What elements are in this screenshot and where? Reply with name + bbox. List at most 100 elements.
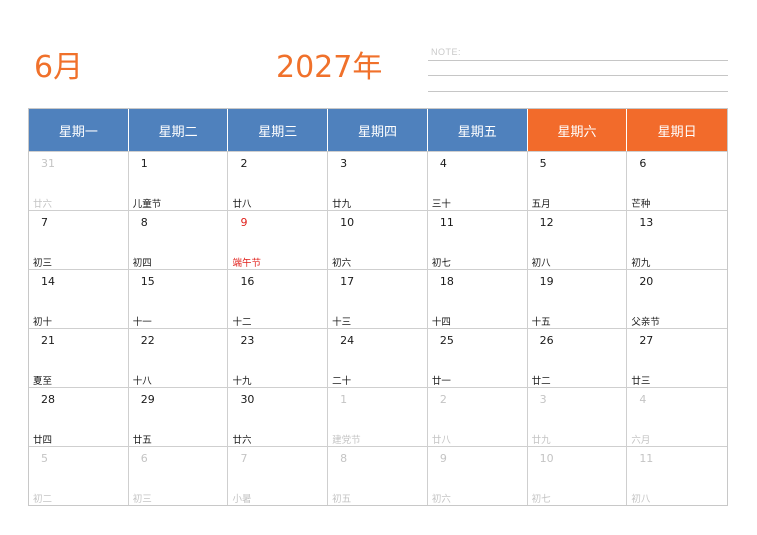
day-number: 24 — [340, 334, 355, 347]
day-cell[interactable]: 19 十五 — [528, 270, 628, 328]
day-cell[interactable]: 5 初二 — [29, 447, 129, 505]
day-number: 5 — [539, 157, 547, 170]
lunar-date: 初六 — [431, 494, 451, 505]
weekday-header: 星期五 — [427, 109, 528, 151]
day-cell[interactable]: 18 十四 — [428, 270, 528, 328]
day-number: 28 — [41, 393, 55, 406]
day-cell[interactable]: 8 初五 — [328, 447, 428, 505]
lunar-date: 初三 — [33, 258, 53, 269]
day-number: 10 — [539, 452, 554, 465]
lunar-date: 廿五 — [132, 435, 152, 446]
note-line — [428, 60, 728, 61]
day-cell[interactable]: 20 父亲节 — [627, 270, 727, 328]
day-number: 3 — [340, 157, 348, 170]
lunar-date: 廿六 — [232, 435, 252, 446]
day-number: 8 — [340, 452, 348, 465]
day-cell[interactable]: 29 廿五 — [129, 388, 229, 446]
day-cell[interactable]: 4 六月 — [627, 388, 727, 446]
lunar-date: 初八 — [531, 258, 551, 269]
lunar-date: 初十 — [33, 317, 53, 328]
day-cell[interactable]: 5 五月 — [528, 152, 628, 210]
day-cell[interactable]: 14 初十 — [29, 270, 129, 328]
day-cell[interactable]: 6 初三 — [129, 447, 229, 505]
day-cell[interactable]: 1 建党节 — [328, 388, 428, 446]
day-cell[interactable]: 12 初八 — [528, 211, 628, 269]
day-number: 5 — [41, 452, 48, 465]
day-cell[interactable]: 26 廿二 — [528, 329, 628, 387]
weekday-header: 星期四 — [328, 109, 428, 151]
day-cell[interactable]: 9 初六 — [428, 447, 528, 505]
day-cell[interactable]: 25 廿一 — [428, 329, 528, 387]
lunar-date: 初二 — [33, 494, 53, 505]
day-cell[interactable]: 9 端午节 — [228, 211, 329, 269]
day-number: 31 — [41, 157, 55, 170]
weekday-header: 星期三 — [228, 109, 329, 151]
day-cell[interactable]: 10 初六 — [328, 211, 428, 269]
day-cell[interactable]: 16 十二 — [228, 270, 329, 328]
lunar-date: 廿九 — [332, 199, 352, 210]
lunar-date: 父亲节 — [631, 317, 660, 328]
day-cell[interactable]: 22 十八 — [129, 329, 229, 387]
day-cell[interactable]: 4 三十 — [428, 152, 528, 210]
day-cell[interactable]: 17 十三 — [328, 270, 428, 328]
day-cell[interactable]: 3 廿九 — [328, 152, 428, 210]
lunar-date: 廿八 — [431, 435, 451, 446]
day-number: 7 — [240, 452, 248, 465]
day-number: 8 — [140, 216, 148, 229]
day-number: 19 — [539, 275, 554, 288]
day-number: 15 — [140, 275, 155, 288]
day-number: 13 — [639, 216, 654, 229]
day-number: 26 — [539, 334, 554, 347]
day-number: 2 — [439, 393, 447, 406]
day-cell[interactable]: 7 初三 — [29, 211, 129, 269]
day-cell[interactable]: 2 廿八 — [228, 152, 329, 210]
day-cell[interactable]: 21 夏至 — [29, 329, 129, 387]
lunar-date: 儿童节 — [132, 199, 162, 210]
day-cell[interactable]: 7 小暑 — [228, 447, 329, 505]
day-number: 30 — [240, 393, 255, 406]
lunar-date: 三十 — [431, 199, 451, 210]
lunar-date: 廿八 — [232, 199, 252, 210]
weekday-header: 星期一 — [29, 109, 129, 151]
day-cell[interactable]: 1 儿童节 — [129, 152, 229, 210]
day-number: 1 — [340, 393, 348, 406]
lunar-date: 廿四 — [33, 435, 53, 446]
note-label: NOTE: — [431, 47, 462, 57]
day-number: 25 — [439, 334, 454, 347]
lunar-date: 十八 — [132, 376, 152, 387]
day-number: 2 — [240, 157, 248, 170]
day-cell[interactable]: 11 初七 — [428, 211, 528, 269]
lunar-date: 初七 — [431, 258, 451, 269]
day-cell[interactable]: 13 初九 — [627, 211, 727, 269]
day-number: 9 — [240, 216, 248, 229]
lunar-date: 廿一 — [431, 376, 451, 387]
day-cell[interactable]: 10 初七 — [528, 447, 628, 505]
day-cell[interactable]: 15 十一 — [129, 270, 229, 328]
day-number: 7 — [41, 216, 48, 229]
day-number: 11 — [439, 216, 454, 229]
day-cell[interactable]: 11 初八 — [627, 447, 727, 505]
note-line — [428, 91, 728, 92]
lunar-date: 小暑 — [232, 494, 252, 505]
day-number: 12 — [539, 216, 554, 229]
day-cell[interactable]: 8 初四 — [129, 211, 229, 269]
lunar-date: 廿二 — [531, 376, 551, 387]
week-row: 5 初二 6 初三 7 小暑 8 初五 9 初六 10 初七 11 初八 — [29, 446, 727, 505]
day-cell[interactable]: 2 廿八 — [428, 388, 528, 446]
day-number: 29 — [140, 393, 155, 406]
day-cell[interactable]: 30 廿六 — [228, 388, 329, 446]
day-cell[interactable]: 6 芒种 — [627, 152, 727, 210]
day-cell[interactable]: 27 廿三 — [627, 329, 727, 387]
day-cell[interactable]: 28 廿四 — [29, 388, 129, 446]
day-cell[interactable]: 24 二十 — [328, 329, 428, 387]
day-cell[interactable]: 31 廿六 — [29, 152, 129, 210]
day-cell[interactable]: 23 十九 — [228, 329, 329, 387]
day-cell[interactable]: 3 廿九 — [528, 388, 628, 446]
day-number: 10 — [340, 216, 355, 229]
lunar-date: 初八 — [631, 494, 651, 505]
weekend-header: 星期六 — [527, 109, 628, 151]
week-row: 31 廿六 1 儿童节 2 廿八 3 廿九 4 三十 5 五月 6 芒种 — [29, 151, 727, 210]
day-number: 27 — [639, 334, 654, 347]
lunar-date: 十九 — [232, 376, 252, 387]
day-number: 6 — [140, 452, 148, 465]
